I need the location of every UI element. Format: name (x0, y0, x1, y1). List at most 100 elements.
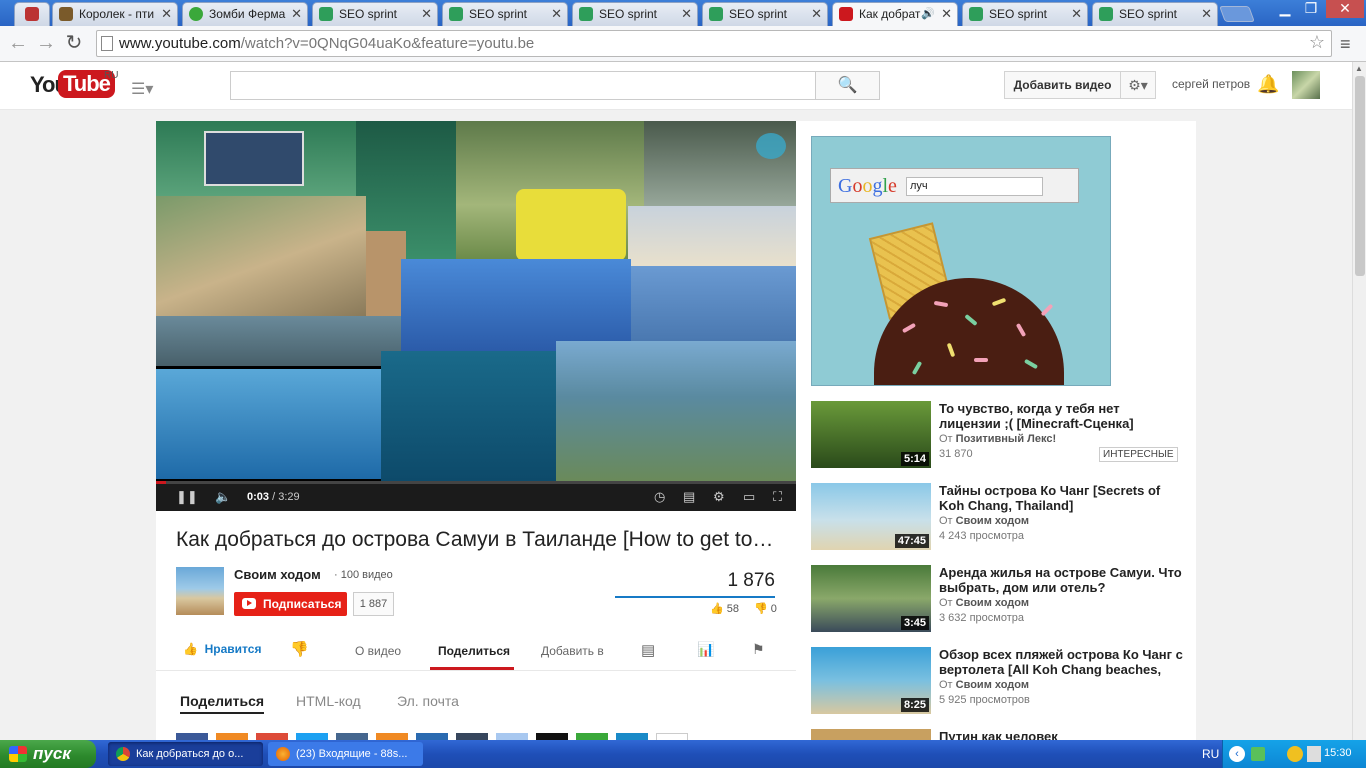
taskbar-item-firefox[interactable]: (23) Входящие - 88s... (268, 742, 423, 766)
report-flag-icon[interactable]: ⚑ (752, 641, 765, 658)
avatar[interactable] (1292, 71, 1320, 99)
video-thumbnail[interactable]: 5:14 (811, 401, 931, 468)
like-button[interactable]: 👍 Нравится (183, 642, 261, 656)
watch-later-icon[interactable]: ◷ (654, 489, 665, 505)
recommendation-item[interactable]: Путин как человек (811, 729, 1181, 740)
close-tab-icon[interactable]: ✕ (681, 3, 692, 25)
recommendation-item[interactable]: 8:25 Обзор всех пляжей острова Ко Чанг с… (811, 647, 1184, 717)
language-indicator[interactable]: RU (1202, 747, 1219, 761)
notifications-bell-icon[interactable]: 🔔 (1257, 74, 1279, 95)
close-window-icon[interactable]: ✕ (1326, 0, 1364, 18)
browser-tab-3[interactable]: SEO sprint ✕ (442, 2, 568, 26)
browser-tab-4[interactable]: SEO sprint ✕ (572, 2, 698, 26)
progress-bar[interactable] (156, 481, 796, 484)
browser-tab-8[interactable]: SEO sprint ✕ (1092, 2, 1218, 26)
channel-watermark-icon[interactable] (756, 133, 786, 159)
channel-video-count[interactable]: · 100 видео (334, 569, 393, 581)
forward-icon[interactable]: → (34, 32, 58, 56)
browser-tab-2[interactable]: SEO sprint ✕ (312, 2, 438, 26)
close-tab-icon[interactable]: ✕ (161, 3, 172, 25)
browser-tab-7[interactable]: SEO sprint ✕ (962, 2, 1088, 26)
close-tab-icon[interactable]: ✕ (1201, 3, 1212, 25)
username[interactable]: сергей петров (1172, 77, 1250, 91)
googleplus-share-icon[interactable] (256, 733, 288, 740)
close-tab-icon[interactable]: ✕ (421, 3, 432, 25)
mailru-share-icon[interactable] (496, 733, 528, 740)
tab-about[interactable]: О видео (355, 644, 401, 658)
blogger-share-icon[interactable] (376, 733, 408, 740)
close-tab-icon[interactable]: ✕ (291, 3, 302, 25)
settings-gear-icon[interactable]: ⚙ (713, 489, 725, 505)
video-thumbnail[interactable]: 8:25 (811, 647, 931, 714)
dislike-button[interactable]: 👎 (290, 640, 309, 658)
search-input[interactable] (230, 71, 816, 100)
scroll-up-icon[interactable]: ▲ (1355, 64, 1363, 73)
subtitles-icon[interactable]: ▤ (683, 489, 695, 505)
minimize-icon[interactable]: ▁ (1272, 0, 1298, 18)
channel-avatar[interactable] (176, 567, 224, 615)
pinned-tab[interactable] (14, 2, 50, 26)
network-icon[interactable] (1307, 746, 1321, 762)
bookmark-star-icon[interactable]: ☆ (1309, 32, 1325, 53)
odnoklassniki-share-icon[interactable] (216, 733, 248, 740)
video-thumbnail[interactable] (811, 729, 931, 740)
recommendation-title[interactable]: Путин как человек (939, 729, 1181, 740)
settings-button[interactable]: ⚙▾ (1120, 71, 1156, 99)
guide-menu-icon[interactable]: ☰▾ (131, 79, 153, 99)
theater-mode-icon[interactable]: ▭ (743, 489, 755, 505)
reload-icon[interactable]: ↻ (62, 32, 86, 56)
close-tab-icon[interactable]: ✕ (1071, 3, 1082, 25)
share-tab-email[interactable]: Эл. почта (397, 693, 459, 709)
twitter-share-icon[interactable] (296, 733, 328, 740)
start-button[interactable]: пуск (0, 740, 96, 768)
video-thumbnail[interactable]: 47:45 (811, 483, 931, 550)
show-hidden-icons-icon[interactable]: ‹ (1229, 746, 1245, 762)
browser-tab-0[interactable]: Королек - пти ✕ (52, 2, 178, 26)
thumbs-down-icon[interactable]: 👎 (754, 603, 768, 615)
taskbar-item-chrome[interactable]: Как добраться до о... (108, 742, 263, 766)
linkedin-share-icon[interactable] (616, 733, 648, 740)
transcript-icon[interactable]: ▤ (641, 641, 655, 659)
recommendation-title[interactable]: То чувство, когда у тебя нет лицензии ;(… (939, 401, 1184, 431)
more-share-icon[interactable] (656, 733, 688, 740)
digg-share-icon[interactable] (536, 733, 568, 740)
page-scrollbar[interactable]: ▲ (1352, 62, 1366, 740)
vk-share-icon[interactable] (336, 733, 368, 740)
back-icon[interactable]: ← (6, 32, 30, 56)
security-alert-icon[interactable] (1287, 746, 1303, 762)
browser-tab-1[interactable]: Зомби Ферма ✕ (182, 2, 308, 26)
share-tab-share[interactable]: Поделиться (180, 693, 265, 714)
fullscreen-icon[interactable]: ⛶ (773, 489, 782, 505)
close-tab-icon[interactable]: ✕ (941, 3, 952, 25)
video-player[interactable] (156, 121, 796, 511)
facebook-share-icon[interactable] (176, 733, 208, 740)
share-tab-embed[interactable]: HTML-код (296, 693, 361, 709)
scrollbar-thumb[interactable] (1355, 76, 1365, 276)
tab-add-to[interactable]: Добавить в (541, 644, 604, 658)
pause-icon[interactable]: ❚❚ (176, 489, 198, 505)
search-button[interactable]: 🔍 (815, 71, 880, 100)
new-tab-button[interactable] (1219, 6, 1255, 22)
browser-tab-6[interactable]: Как добрат 🔊 ✕ (832, 2, 958, 26)
livejournal-share-icon[interactable] (416, 733, 448, 740)
browser-tab-5[interactable]: SEO sprint ✕ (702, 2, 828, 26)
subscribe-button[interactable]: Подписаться (234, 592, 347, 616)
recommendation-title[interactable]: Обзор всех пляжей острова Ко Чанг с верт… (939, 647, 1184, 677)
menu-icon[interactable]: ≡ (1340, 34, 1351, 55)
recommendation-item[interactable]: 47:45 Тайны острова Ко Чанг [Secrets of … (811, 483, 1181, 553)
close-tab-icon[interactable]: ✕ (551, 3, 562, 25)
close-tab-icon[interactable]: ✕ (811, 3, 822, 25)
upload-button[interactable]: Добавить видео (1004, 71, 1121, 99)
volume-icon[interactable]: 🔈 (215, 489, 231, 505)
video-thumbnail[interactable]: 3:45 (811, 565, 931, 632)
recommendation-item[interactable]: 5:14 То чувство, когда у тебя нет лиценз… (811, 401, 1181, 471)
statistics-icon[interactable]: 📊 (697, 641, 714, 658)
recommendation-item[interactable]: 3:45 Аренда жилья на острове Самуи. Что … (811, 565, 1182, 635)
address-bar[interactable]: www.youtube.com/watch?v=0QNqG04uaKo&feat… (96, 30, 1332, 57)
tab-share[interactable]: Поделиться (438, 644, 510, 658)
tumblr-share-icon[interactable] (456, 733, 488, 740)
share-service-icon[interactable] (576, 733, 608, 740)
tray-app-icon[interactable] (1251, 747, 1265, 761)
maximize-icon[interactable]: ❐ (1298, 0, 1324, 18)
thumbs-up-icon[interactable]: 👍 (710, 603, 724, 615)
